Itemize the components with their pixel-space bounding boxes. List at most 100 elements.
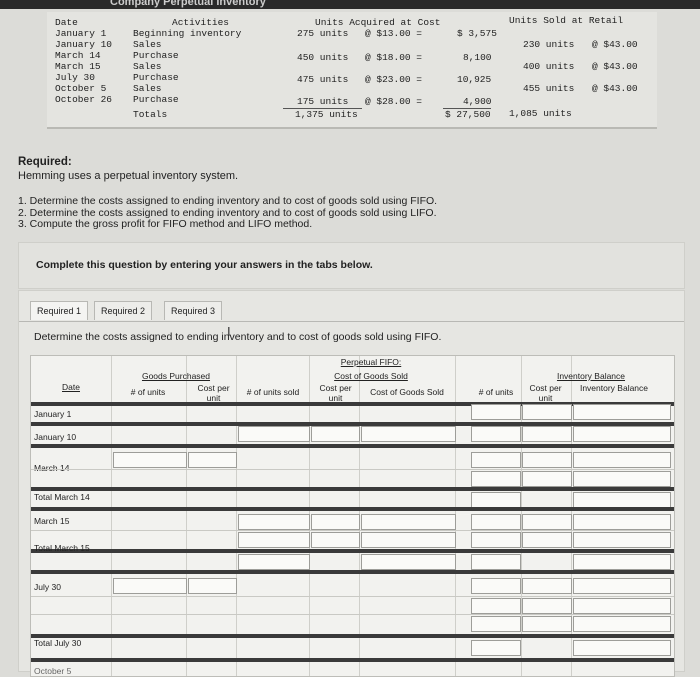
inventory-balance-group-header: Inventory Balance bbox=[556, 371, 626, 381]
balance-units-input[interactable] bbox=[471, 616, 521, 632]
row-acq-cost: @ $13.00 = bbox=[365, 28, 423, 39]
balance-cost-input[interactable] bbox=[522, 598, 572, 614]
balance-cost-input[interactable] bbox=[522, 514, 572, 530]
cost-sold-input[interactable] bbox=[311, 514, 360, 530]
balance-units-input[interactable] bbox=[471, 452, 521, 468]
row-label-jan-10: January 10 bbox=[34, 432, 77, 442]
balance-cost-per-unit-header: Cost per unit bbox=[529, 383, 562, 403]
complete-note: Complete this question by entering your … bbox=[36, 259, 373, 271]
balance-total-input[interactable] bbox=[573, 554, 671, 570]
purchase-cost-input[interactable] bbox=[188, 452, 237, 468]
units-header: # of units bbox=[130, 387, 166, 397]
row-separator bbox=[31, 530, 674, 531]
purchase-cost-input[interactable] bbox=[188, 578, 237, 594]
row-activity: Purchase bbox=[133, 94, 179, 105]
purchase-units-input[interactable] bbox=[113, 578, 187, 594]
balance-units-input[interactable] bbox=[471, 532, 521, 548]
balance-total-input[interactable] bbox=[573, 514, 671, 530]
cogs-cost-per-unit-header: Cost per unit bbox=[319, 383, 352, 403]
tab-required-1[interactable]: Required 1 bbox=[30, 301, 89, 320]
balance-total-input[interactable] bbox=[573, 598, 671, 614]
balance-total-input[interactable] bbox=[573, 616, 671, 632]
tab-required-2[interactable]: Required 2 bbox=[94, 301, 153, 320]
complete-note-box: Complete this question by entering your … bbox=[18, 242, 685, 289]
cogs-header: Cost of Goods Sold bbox=[370, 387, 444, 397]
balance-units-input[interactable] bbox=[471, 598, 521, 614]
cogs-input[interactable] bbox=[361, 514, 456, 530]
row-acq-units: 450 units bbox=[297, 52, 349, 63]
balance-total-input[interactable] bbox=[573, 532, 671, 548]
date-header: Date bbox=[62, 382, 80, 392]
instruction-text: Determine the costs assigned to ending i… bbox=[34, 331, 442, 343]
row-date: January 1 bbox=[55, 28, 107, 39]
row-acq-cost: @ $18.00 = bbox=[365, 52, 423, 63]
balance-total-input[interactable] bbox=[573, 578, 671, 594]
balance-total-input[interactable] bbox=[573, 640, 671, 656]
balance-total-input[interactable] bbox=[573, 404, 671, 420]
col-units-acquired: Units Acquired at Cost bbox=[315, 17, 441, 28]
text-cursor-icon: I bbox=[227, 324, 231, 339]
row-activity: Purchase bbox=[133, 50, 179, 61]
totals-units: 1,375 units bbox=[283, 108, 362, 120]
row-acq-total: 4,900 bbox=[463, 96, 492, 107]
balance-cost-input[interactable] bbox=[522, 578, 572, 594]
cost-sold-input[interactable] bbox=[311, 426, 360, 442]
balance-cost-input[interactable] bbox=[522, 532, 572, 548]
balance-units-input[interactable] bbox=[471, 404, 521, 420]
row-acq-units: 475 units bbox=[297, 74, 349, 85]
cogs-input[interactable] bbox=[361, 532, 456, 548]
row-separator bbox=[31, 596, 674, 597]
tab-divider bbox=[19, 321, 684, 322]
row-activity: Sales bbox=[133, 83, 162, 94]
balance-units-input[interactable] bbox=[471, 640, 521, 656]
row-label-jan-1: January 1 bbox=[34, 409, 72, 419]
row-sold-units: 230 units bbox=[523, 39, 575, 50]
col-activities: Activities bbox=[172, 17, 230, 28]
cost-sold-input[interactable] bbox=[311, 532, 360, 548]
header-title: Company Perpetual Inventory bbox=[110, 0, 266, 8]
required-list: 1. Determine the costs assigned to endin… bbox=[18, 195, 438, 231]
required-item: 1. Determine the costs assigned to endin… bbox=[18, 195, 438, 207]
balance-units-input[interactable] bbox=[471, 426, 521, 442]
row-label-total-mar-15: Total March 15 bbox=[34, 543, 90, 553]
row-separator bbox=[31, 444, 674, 448]
row-label-oct-5: October 5 bbox=[34, 666, 72, 676]
balance-cost-input[interactable] bbox=[522, 426, 572, 442]
row-label-mar-14: March 14 bbox=[34, 463, 70, 473]
inventory-info-table: Date Activities Units Acquired at Cost U… bbox=[47, 12, 657, 129]
purchase-units-input[interactable] bbox=[113, 452, 187, 468]
row-separator bbox=[31, 487, 674, 491]
balance-cost-input[interactable] bbox=[522, 404, 572, 420]
units-sold-total-input[interactable] bbox=[238, 554, 310, 570]
answer-panel: Required 1 Required 2 Required 3 Determi… bbox=[18, 290, 685, 677]
balance-total-input[interactable] bbox=[573, 471, 671, 487]
units-sold-input[interactable] bbox=[238, 426, 310, 442]
col-date: Date bbox=[55, 17, 78, 28]
units-sold-input[interactable] bbox=[238, 514, 310, 530]
balance-cost-input[interactable] bbox=[522, 616, 572, 632]
tab-required-3[interactable]: Required 3 bbox=[164, 301, 223, 320]
cogs-total-input[interactable] bbox=[361, 554, 456, 570]
row-label-total-jul-30: Total July 30 bbox=[34, 638, 82, 648]
balance-units-input[interactable] bbox=[471, 578, 521, 594]
balance-units-input[interactable] bbox=[471, 554, 521, 570]
balance-total-input[interactable] bbox=[573, 452, 671, 468]
row-date: January 10 bbox=[55, 39, 113, 50]
col-units-sold: Units Sold at Retail bbox=[509, 15, 624, 26]
row-sold-units: 400 units bbox=[523, 61, 575, 72]
units-sold-input[interactable] bbox=[238, 532, 310, 548]
balance-units-input[interactable] bbox=[471, 492, 521, 508]
totals-label: Totals bbox=[133, 109, 168, 120]
balance-cost-input[interactable] bbox=[522, 471, 572, 487]
balance-cost-input[interactable] bbox=[522, 452, 572, 468]
balance-total-input[interactable] bbox=[573, 426, 671, 442]
balance-total-input[interactable] bbox=[573, 492, 671, 508]
row-acq-total: 8,100 bbox=[463, 52, 492, 63]
row-acq-cost: @ $23.00 = bbox=[365, 74, 423, 85]
totals-sold: 1,085 units bbox=[509, 108, 572, 119]
cost-per-unit-header: Cost per unit bbox=[197, 383, 230, 403]
balance-units-input[interactable] bbox=[471, 471, 521, 487]
row-label-jul-30: July 30 bbox=[34, 582, 61, 592]
balance-units-input[interactable] bbox=[471, 514, 521, 530]
cogs-input[interactable] bbox=[361, 426, 456, 442]
